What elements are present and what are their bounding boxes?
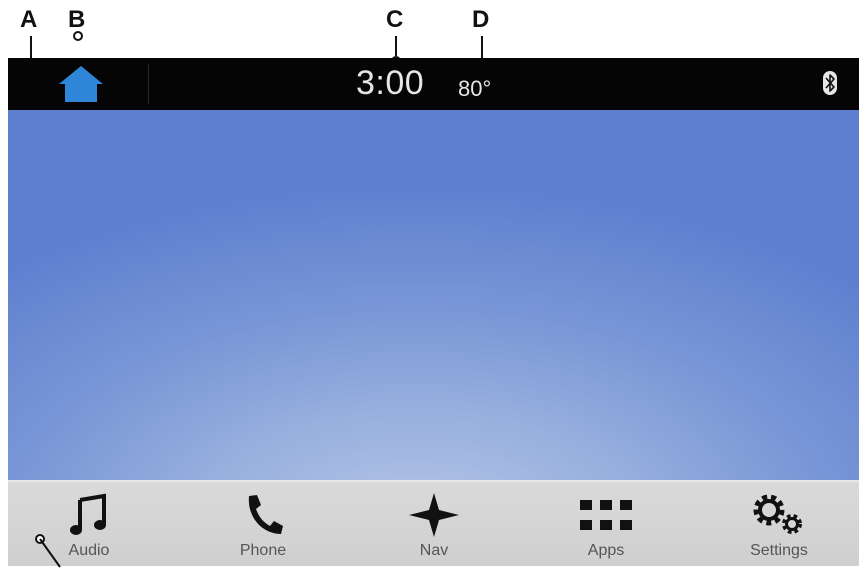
home-wallpaper: [8, 110, 859, 480]
apps-grid-icon: [580, 500, 632, 530]
dock-button-nav[interactable]: Nav: [374, 482, 494, 566]
callout-dot-b: [73, 31, 83, 41]
dock-button-phone[interactable]: Phone: [203, 482, 323, 566]
bottom-feature-bar: Audio Phone Nav Apps Settings: [8, 480, 859, 566]
phone-icon: [248, 495, 283, 534]
bluetooth-icon: [823, 71, 837, 100]
callout-line-c: [395, 36, 397, 56]
dock-button-apps[interactable]: Apps: [546, 482, 666, 566]
home-button[interactable]: [56, 62, 106, 106]
infotainment-screen: 3:00 80° Audio Phone Nav Apps Settings: [8, 58, 859, 566]
outside-temperature: 80°: [458, 76, 492, 101]
gears-icon: [753, 494, 802, 534]
callout-label-c: C: [386, 6, 404, 33]
clock: 3:00: [356, 64, 425, 102]
callout-label-a: A: [20, 6, 38, 33]
music-note-icon: [70, 493, 106, 535]
dock-label-phone: Phone: [239, 542, 287, 559]
callout-label-d: D: [472, 6, 490, 33]
dock-button-settings[interactable]: Settings: [719, 482, 839, 566]
status-bar: 3:00 80°: [8, 58, 859, 110]
status-bar-divider: [148, 64, 149, 104]
callout-label-b: B: [68, 6, 86, 33]
dock-label-nav: Nav: [419, 542, 449, 559]
compass-star-icon: [409, 493, 459, 537]
dock-label-apps: Apps: [587, 542, 625, 559]
home-icon: [59, 66, 103, 102]
dock-label-settings: Settings: [750, 542, 808, 559]
callout-line-e: [39, 538, 61, 568]
